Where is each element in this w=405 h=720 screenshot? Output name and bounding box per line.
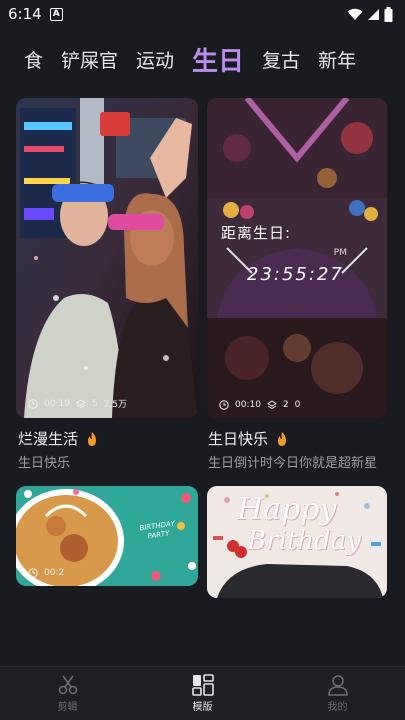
template-thumbnail-2 — [207, 98, 387, 418]
template-title-text: 烂漫生活 — [18, 430, 79, 448]
tab-food[interactable]: 食 — [24, 46, 43, 73]
status-bar: 6:14 A — [0, 0, 405, 28]
template-title-2[interactable]: 生日快乐 — [208, 428, 288, 449]
clock-icon — [28, 568, 38, 578]
template-card-3[interactable]: BIRTHDAY PARTY 00:2 — [16, 486, 198, 586]
notification-icon: A — [49, 7, 63, 21]
template-title-1[interactable]: 烂漫生活 — [18, 428, 98, 449]
tab-new-year[interactable]: 新年 — [318, 46, 356, 73]
template-layer-count: 5 — [91, 398, 98, 409]
template-title-text: 生日快乐 — [208, 430, 269, 448]
profile-icon — [327, 675, 348, 696]
battery-icon — [384, 6, 393, 22]
nav-edit-label: 剪辑 — [57, 702, 78, 713]
clock-icon — [219, 400, 229, 410]
status-time: 6:14 — [8, 5, 42, 23]
signal-icon — [368, 8, 379, 20]
tab-sports[interactable]: 运动 — [136, 46, 174, 73]
template-views: 7.5万 — [103, 400, 127, 410]
fire-icon — [278, 431, 287, 446]
template-subtitle-2: 生日倒计时今日你就是超新星 — [208, 456, 378, 471]
countdown-ampm: PM — [333, 248, 347, 258]
scissors-icon — [58, 675, 77, 695]
template-card-4[interactable]: Happy Brithday — [207, 486, 387, 598]
nav-profile[interactable]: 我的 — [298, 674, 378, 713]
template-stats-1: 00:19 5 7.5万 — [28, 397, 127, 410]
clock-icon — [28, 398, 38, 409]
template-card-1[interactable]: 00:19 5 7.5万 — [16, 98, 198, 418]
tab-retro[interactable]: 复古 — [262, 46, 300, 73]
template-duration: 00:2 — [44, 568, 65, 578]
template-stats-2: 00:10 2 0 — [219, 400, 300, 410]
countdown-label: 距离生日: — [221, 224, 292, 242]
template-thumbnail-1 — [16, 98, 198, 418]
template-image-text-4b: Brithday — [247, 526, 361, 556]
template-card-2[interactable]: 距离生日: PM 23:55:27 00:10 2 0 — [207, 98, 387, 418]
tab-pet-owner[interactable]: 铲屎官 — [61, 46, 118, 73]
bottom-navigation: 剪辑 模版 我的 — [0, 666, 405, 720]
category-tabs: 食 铲屎官 运动 生日 复古 新年 — [0, 36, 405, 82]
template-stats-3: 00:2 — [28, 568, 64, 578]
nav-profile-label: 我的 — [327, 702, 348, 713]
countdown-time: 23:55:27 — [247, 264, 344, 285]
template-subtitle-1: 生日快乐 — [18, 456, 71, 471]
nav-templates-label: 模版 — [192, 702, 213, 713]
template-duration: 00:19 — [44, 398, 70, 409]
template-views: 0 — [294, 400, 301, 410]
template-image-text-4a: Happy — [237, 492, 337, 527]
fire-icon — [88, 431, 97, 446]
layers-icon — [75, 398, 86, 408]
template-icon — [191, 674, 214, 696]
template-layer-count: 2 — [282, 400, 289, 410]
wifi-icon — [347, 8, 363, 20]
template-duration: 00:10 — [235, 400, 261, 410]
tab-birthday[interactable]: 生日 — [192, 41, 244, 78]
layers-icon — [266, 400, 277, 410]
status-icons — [347, 6, 393, 22]
nav-edit[interactable]: 剪辑 — [28, 674, 108, 713]
nav-templates[interactable]: 模版 — [163, 674, 243, 713]
